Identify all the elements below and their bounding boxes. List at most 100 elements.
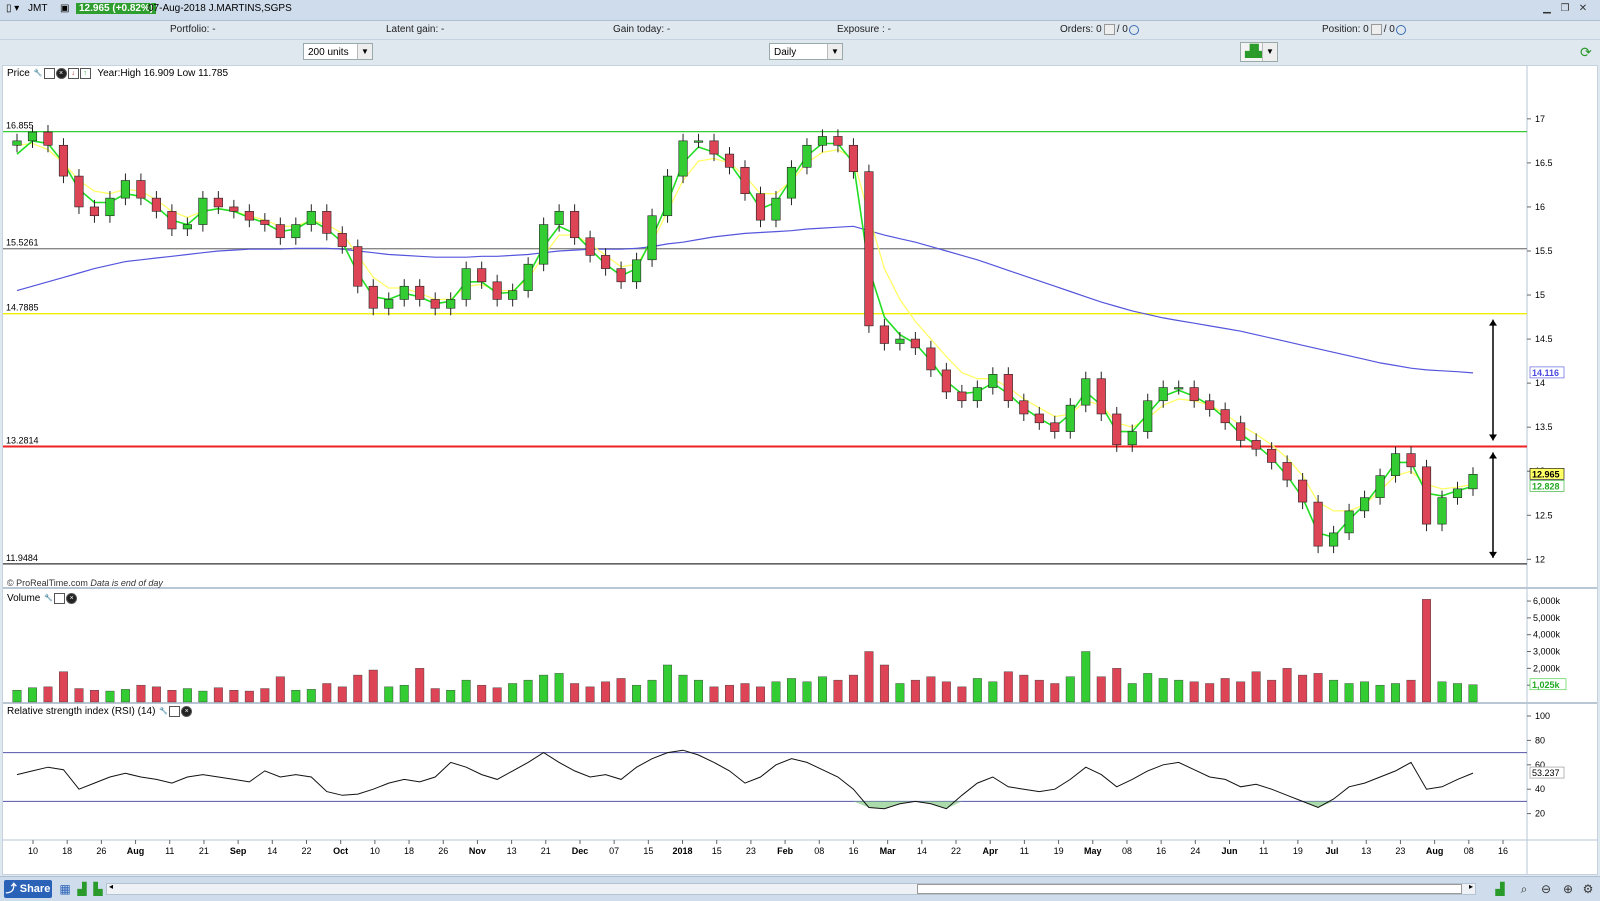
volume-bar: [28, 687, 37, 703]
x-tick-label: 22: [301, 846, 311, 856]
volume-bar: [74, 688, 84, 703]
candle-body: [647, 215, 657, 261]
candle-body: [972, 387, 982, 402]
volume-bar: [817, 676, 827, 703]
restore-icon[interactable]: ❐: [1558, 3, 1572, 15]
candle-body: [337, 233, 347, 247]
window-icon[interactable]: [43, 68, 55, 79]
volume-tag-label: 1,025k: [1532, 680, 1561, 690]
volume-bar: [833, 679, 843, 703]
candle-body: [1390, 453, 1401, 476]
volume-bar: [709, 686, 719, 703]
y-tick-label: 12: [1535, 554, 1545, 564]
x-tick-label: 11: [165, 846, 174, 856]
y-tick-label: 14: [1535, 378, 1545, 388]
zoom-out-icon[interactable]: ⊖: [1538, 881, 1554, 897]
candle-body: [755, 193, 766, 221]
y-tick-label: 16: [1535, 202, 1545, 212]
volume-bar: [229, 690, 239, 703]
minimize-icon[interactable]: ▁: [1540, 3, 1554, 15]
candle-body: [678, 140, 688, 177]
close-icon[interactable]: ×: [181, 706, 193, 717]
candle-body: [848, 144, 858, 172]
volume-bar: [1391, 683, 1401, 703]
scrollbar-thumb[interactable]: [917, 884, 1462, 894]
share-button[interactable]: ⤴ Share: [4, 880, 52, 898]
close-icon[interactable]: ×: [66, 593, 78, 604]
volume-bar: [1453, 683, 1462, 703]
wrench-icon[interactable]: 🔧: [34, 69, 43, 78]
chart-style-icon[interactable]: ▟: [1492, 881, 1508, 897]
window-icon[interactable]: [54, 593, 66, 604]
candle-body: [1282, 462, 1292, 481]
volume-bar: [492, 687, 502, 703]
chart-compare-icon[interactable]: ▙: [90, 881, 106, 897]
position-link-icon[interactable]: [1395, 24, 1406, 35]
candle-body: [1034, 413, 1044, 424]
refresh-icon[interactable]: ⟳: [1580, 44, 1592, 61]
close-icon[interactable]: ×: [55, 68, 67, 79]
price-badge: 12.965 (+0.82%): [76, 3, 157, 14]
x-tick-label: Aug: [1426, 846, 1444, 856]
x-tick-label: 26: [438, 846, 448, 856]
volume-bar: [213, 687, 223, 703]
orders-sep: / 0: [1116, 24, 1128, 36]
chart-add-icon[interactable]: ▟: [74, 881, 90, 897]
scroll-left-icon[interactable]: ◂: [109, 882, 113, 891]
settings-icon[interactable]: ⚙: [1580, 881, 1596, 897]
wrench-icon[interactable]: 🔧: [44, 594, 53, 603]
time-scrollbar[interactable]: ◂ ▸: [106, 882, 1476, 895]
volume-bar: [864, 651, 874, 703]
level-label: 13.2814: [6, 435, 39, 445]
orders-box-icon[interactable]: [1103, 24, 1115, 35]
scroll-right-icon[interactable]: ▸: [1469, 882, 1473, 891]
candle-body: [27, 131, 38, 142]
wrench-icon[interactable]: 🔧: [159, 707, 168, 716]
rsi-tick-label: 20: [1535, 809, 1545, 819]
rsi-line: [16, 749, 1474, 810]
candle-body: [136, 180, 146, 199]
position-box-icon[interactable]: [1370, 24, 1382, 35]
x-tick-label: 15: [643, 846, 653, 856]
page-icon[interactable]: ▯ ▾: [6, 3, 19, 14]
candle-body: [957, 391, 967, 402]
chart-area[interactable]: 16.855 15.5261 14.7885 13.2814 11.9484 17 16.5…: [2, 65, 1598, 875]
orders-link-icon[interactable]: [1128, 24, 1139, 35]
arrow-down-icon[interactable]: ↓: [67, 68, 79, 79]
arrow-up-icon[interactable]: ↑: [79, 68, 91, 79]
candle-body: [399, 285, 409, 300]
rsi-tick-label: 80: [1535, 735, 1545, 745]
chart-type-button[interactable]: ▟▙ ▼: [1240, 42, 1278, 62]
level-label: 14.7885: [6, 303, 39, 313]
copyright-text: © ProRealTime.com: [7, 578, 88, 588]
volume-bar: [1406, 679, 1416, 703]
candle-body: [167, 211, 177, 230]
zoom-fit-icon[interactable]: ⌕: [1516, 881, 1532, 897]
candle-body: [926, 347, 936, 371]
measure-arrow-lower-head-bottom: [1489, 551, 1497, 558]
zoom-in-icon[interactable]: ⊕: [1560, 881, 1576, 897]
calendar-icon[interactable]: ▦: [57, 881, 73, 897]
x-tick-label: 13: [507, 846, 517, 856]
candle-body: [1112, 413, 1122, 446]
volume-bar: [1127, 683, 1137, 703]
info-icon[interactable]: ▣: [60, 3, 69, 14]
close-icon[interactable]: ✕: [1576, 3, 1590, 15]
volume-tick-label: 6,000k: [1533, 596, 1561, 606]
period-select[interactable]: Daily ▼: [769, 43, 843, 60]
units-select[interactable]: 200 units ▼: [303, 43, 373, 60]
candle-body: [523, 263, 533, 291]
x-tick-label: 23: [1395, 846, 1405, 856]
window-icon[interactable]: [169, 706, 181, 717]
volume-bar: [895, 683, 905, 703]
x-tick-label: 19: [1293, 846, 1303, 856]
x-tick-label: 15: [712, 846, 722, 856]
volume-bar: [1096, 676, 1106, 703]
x-tick-label: 16: [1156, 846, 1166, 856]
chart-canvas[interactable]: 16.855 15.5261 14.7885 13.2814 11.9484 17 16.5…: [3, 66, 1597, 874]
volume-bar: [1298, 674, 1308, 703]
y-tick-label: 15.5: [1535, 246, 1553, 256]
volume-bar: [461, 679, 471, 703]
x-tick-label: 21: [541, 846, 551, 856]
candle-body: [802, 144, 812, 168]
